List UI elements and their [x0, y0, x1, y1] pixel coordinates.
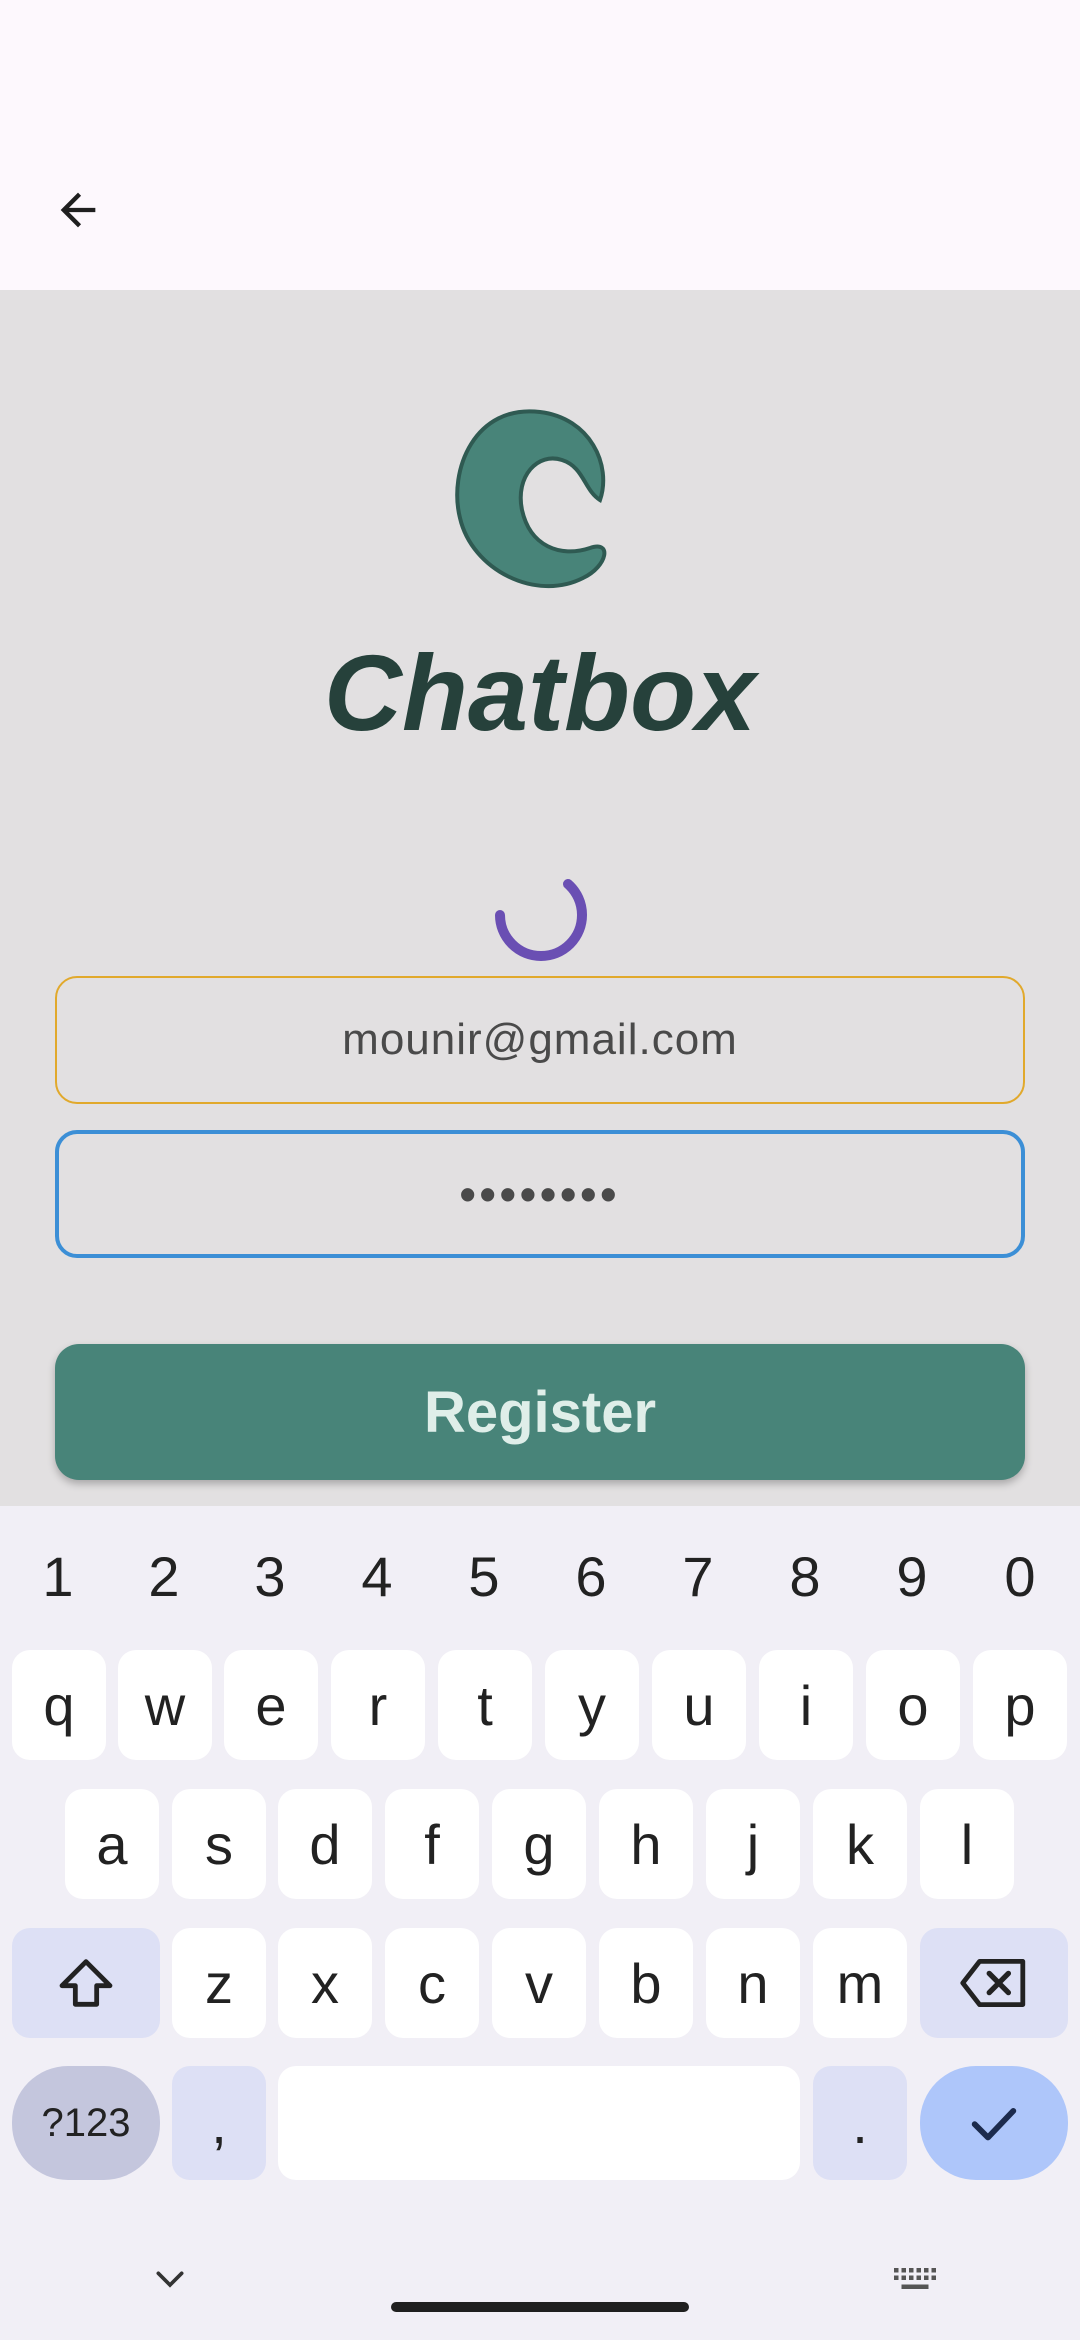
- key-l[interactable]: l: [920, 1789, 1014, 1899]
- chat-bubble-logo-icon: [455, 409, 607, 589]
- key-o[interactable]: o: [866, 1650, 960, 1760]
- status-bar: [0, 0, 1080, 140]
- key-x[interactable]: x: [278, 1928, 372, 2038]
- key-8[interactable]: 8: [755, 1526, 855, 1626]
- chevron-down-icon: [156, 2271, 184, 2288]
- key-m[interactable]: m: [813, 1928, 907, 2038]
- key-h[interactable]: h: [599, 1789, 693, 1899]
- done-key[interactable]: [920, 2066, 1068, 2180]
- shift-key[interactable]: [12, 1928, 160, 2038]
- key-j[interactable]: j: [706, 1789, 800, 1899]
- chatbox-logo: Chatbox: [300, 380, 780, 753]
- period-key[interactable]: .: [813, 2066, 907, 2180]
- arrow-left-icon: [60, 192, 96, 228]
- key-e[interactable]: e: [224, 1650, 318, 1760]
- register-button[interactable]: Register: [55, 1344, 1025, 1480]
- key-q[interactable]: q: [12, 1650, 106, 1760]
- comma-key[interactable]: ,: [172, 2066, 266, 2180]
- register-label: Register: [423, 1379, 657, 1445]
- key-g[interactable]: g: [492, 1789, 586, 1899]
- home-handle[interactable]: [391, 2302, 689, 2312]
- backspace-icon: [960, 1959, 1026, 2008]
- space-key[interactable]: [278, 2066, 800, 2180]
- email-field[interactable]: mounir@gmail.com: [55, 976, 1025, 1104]
- key-r[interactable]: r: [331, 1650, 425, 1760]
- key-p[interactable]: p: [973, 1650, 1067, 1760]
- navigation-bar: [0, 2210, 1080, 2340]
- key-3[interactable]: 3: [220, 1526, 320, 1626]
- key-0[interactable]: 0: [970, 1526, 1070, 1626]
- shift-icon: [59, 1959, 113, 2007]
- key-y[interactable]: y: [545, 1650, 639, 1760]
- loading-spinner: [495, 879, 588, 961]
- key-z[interactable]: z: [172, 1928, 266, 2038]
- key-7[interactable]: 7: [648, 1526, 748, 1626]
- key-u[interactable]: u: [652, 1650, 746, 1760]
- key-s[interactable]: s: [172, 1789, 266, 1899]
- key-v[interactable]: v: [492, 1928, 586, 2038]
- key-9[interactable]: 9: [862, 1526, 962, 1626]
- key-d[interactable]: d: [278, 1789, 372, 1899]
- check-icon: [971, 2108, 1017, 2141]
- email-value: mounir@gmail.com: [342, 1015, 738, 1064]
- symbols-key[interactable]: ?123: [12, 2066, 160, 2180]
- switch-keyboard-button[interactable]: [885, 2260, 945, 2300]
- key-c[interactable]: c: [385, 1928, 479, 2038]
- key-b[interactable]: b: [599, 1928, 693, 2038]
- password-value: ••••••••: [459, 1168, 621, 1220]
- key-i[interactable]: i: [759, 1650, 853, 1760]
- key-k[interactable]: k: [813, 1789, 907, 1899]
- login-content: Chatbox mounir@gmail.com •••••••• Regist…: [0, 290, 1080, 1506]
- back-button[interactable]: [40, 172, 116, 248]
- app-bar: [0, 140, 1080, 290]
- key-6[interactable]: 6: [541, 1526, 641, 1626]
- keyboard-icon: [894, 2268, 936, 2289]
- key-t[interactable]: t: [438, 1650, 532, 1760]
- key-a[interactable]: a: [65, 1789, 159, 1899]
- key-4[interactable]: 4: [327, 1526, 427, 1626]
- key-n[interactable]: n: [706, 1928, 800, 2038]
- number-row: 1 2 3 4 5 6 7 8 9 0: [0, 1526, 1080, 1626]
- key-2[interactable]: 2: [114, 1526, 214, 1626]
- hide-keyboard-button[interactable]: [140, 2260, 200, 2300]
- backspace-key[interactable]: [920, 1928, 1068, 2038]
- password-field[interactable]: ••••••••: [55, 1130, 1025, 1258]
- key-w[interactable]: w: [118, 1650, 212, 1760]
- key-5[interactable]: 5: [434, 1526, 534, 1626]
- key-f[interactable]: f: [385, 1789, 479, 1899]
- brand-name: Chatbox: [324, 632, 756, 753]
- key-1[interactable]: 1: [8, 1526, 108, 1626]
